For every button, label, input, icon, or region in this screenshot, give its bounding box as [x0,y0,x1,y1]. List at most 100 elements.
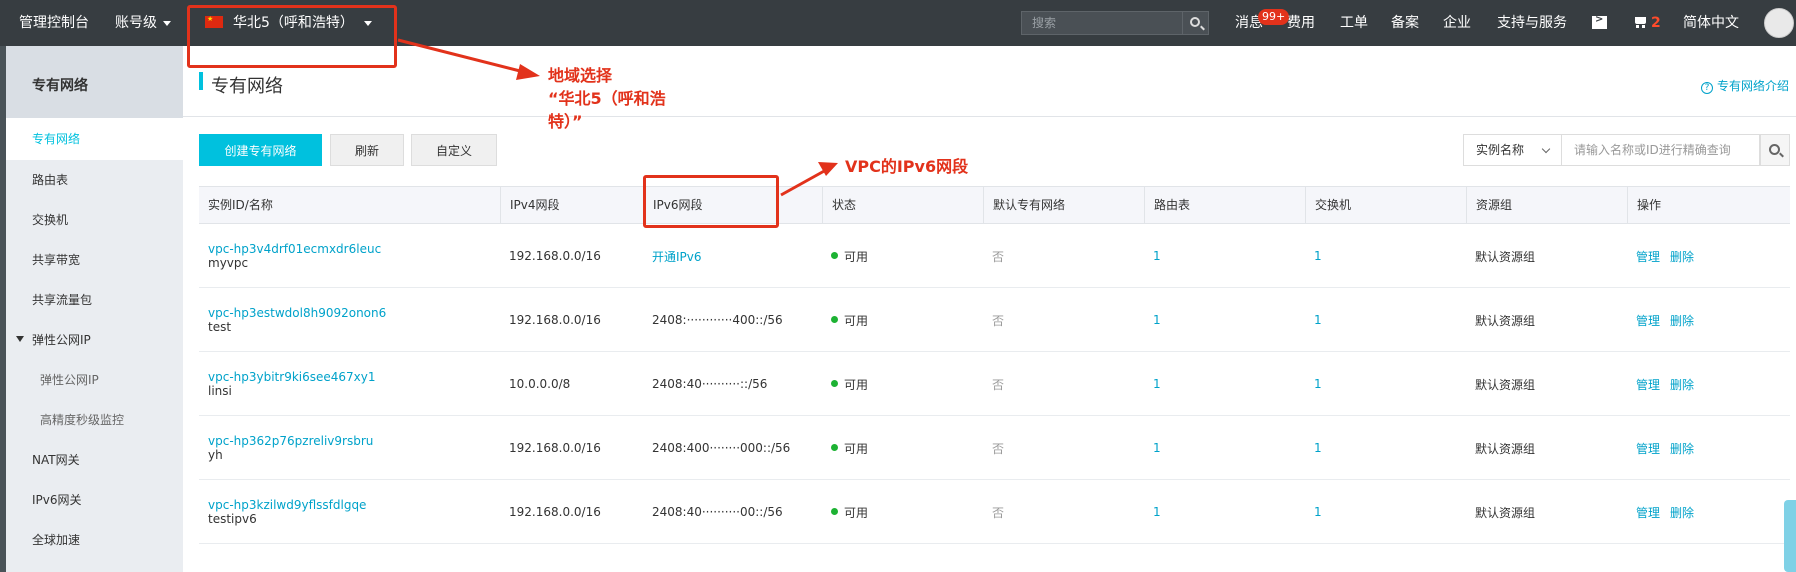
delete-link[interactable]: 删除 [1670,504,1694,521]
vpc-id-link[interactable]: vpc-hp3estwdol8h9092onon6 [208,306,386,320]
column-header-ipv4: IPv4网段 [500,187,643,224]
title-accent-bar [199,72,203,90]
cell-ipv4: 192.168.0.0/16 [509,313,601,327]
sidebar-item-vpc[interactable]: 专有网络 [6,118,183,160]
route-table-count-link[interactable]: 1 [1153,249,1161,263]
search-icon [1769,144,1780,155]
sidebar-item-eip[interactable]: 弹性公网IP [6,360,183,400]
manage-link[interactable]: 管理 [1636,312,1660,329]
search-button[interactable] [1182,12,1208,34]
column-header-resource-group: 资源组 [1466,187,1627,224]
sidebar-item-monitoring[interactable]: 高精度秒级监控 [6,400,183,440]
cell-ipv6: 2408:40··········::/56 [652,377,768,391]
vpc-id-link[interactable]: vpc-hp3v4drf01ecmxdr6leuc [208,242,381,256]
support-link[interactable]: 支持与服务 [1497,0,1567,46]
enable-ipv6-link[interactable]: 开通IPv6 [652,248,702,265]
sidebar-item-shared-bandwidth[interactable]: 共享带宽 [6,240,183,280]
cell-actions: 管理 删除 [1627,480,1704,544]
table-header: 实例ID/名称 IPv4网段 IPv6网段 状态 默认专有网络 路由表 交换机 … [199,186,1790,224]
messages-link[interactable]: 消息 [1235,0,1263,46]
language-selector[interactable]: 简体中文 [1683,0,1739,46]
vpc-id-link[interactable]: vpc-hp3kzilwd9yflssfdlgqe [208,498,366,512]
cell-status: 可用 [822,480,868,544]
status-text: 可用 [844,377,869,392]
cell-route-table: 1 [1144,480,1161,544]
cell-id: vpc-hp3estwdol8h9092onon6 test [199,288,386,352]
tickets-link[interactable]: 工单 [1340,0,1368,46]
cell-default: 否 [992,377,1005,392]
cell-default: 否 [992,249,1005,264]
status-dot-icon [831,315,838,323]
region-annotation-line1: 地域选择 [548,66,613,85]
delete-link[interactable]: 删除 [1670,312,1694,329]
cart-icon[interactable] [1633,15,1649,29]
vswitch-count-link[interactable]: 1 [1314,313,1322,327]
ipv6-arrow-head [818,162,838,176]
filter-search-button[interactable] [1760,134,1790,166]
floating-side-tab[interactable] [1784,500,1796,572]
sidebar-item-ipv6-gateway[interactable]: IPv6网关 [6,480,183,520]
cell-ipv4: 192.168.0.0/16 [509,249,601,263]
enterprise-link[interactable]: 企业 [1443,0,1471,46]
manage-link[interactable]: 管理 [1636,376,1660,393]
status-text: 可用 [844,313,869,328]
sidebar-item-vswitch[interactable]: 交换机 [6,200,183,240]
manage-link[interactable]: 管理 [1636,248,1660,265]
delete-link[interactable]: 删除 [1670,248,1694,265]
status-dot-icon [831,251,838,259]
console-home-link[interactable]: 管理控制台 [19,0,89,46]
ipv6-highlight-box [643,175,779,228]
cell-route-table: 1 [1144,416,1161,480]
filter-field-select[interactable]: 实例名称 [1463,134,1562,166]
avatar[interactable] [1764,8,1794,38]
route-table-count-link[interactable]: 1 [1153,377,1161,391]
sidebar-group-eip-label: 弹性公网IP [32,333,91,347]
sidebar-group-eip[interactable]: 弹性公网IP [6,320,183,360]
sidebar-item-global-acceleration[interactable]: 全球加速 [6,520,183,560]
manage-link[interactable]: 管理 [1636,440,1660,457]
vpc-id-link[interactable]: vpc-hp3ybitr9ki6see467xy1 [208,370,376,384]
cell-default: 否 [992,441,1005,456]
terminal-icon[interactable] [1592,14,1607,29]
cart-count[interactable]: 2 [1651,0,1661,46]
global-search-input[interactable] [1022,12,1182,34]
vswitch-count-link[interactable]: 1 [1314,441,1322,455]
route-table-count-link[interactable]: 1 [1153,441,1161,455]
delete-link[interactable]: 删除 [1670,376,1694,393]
sidebar-item-shared-traffic[interactable]: 共享流量包 [6,280,183,320]
vpc-name: yh [208,448,223,462]
status-dot-icon [831,379,838,387]
cell-status: 可用 [822,224,868,288]
divider [183,116,1796,117]
cell-route-table: 1 [1144,352,1161,416]
table-row: vpc-hp3kzilwd9yflssfdlgqe testipv6 192.1… [199,480,1790,544]
route-table-count-link[interactable]: 1 [1153,313,1161,327]
billing-link[interactable]: 费用 [1287,0,1315,46]
manage-link[interactable]: 管理 [1636,504,1660,521]
vpc-help-link[interactable]: ? 专有网络介绍 [1701,77,1789,94]
cell-vswitch: 1 [1305,416,1322,480]
filter-search-input[interactable] [1562,134,1760,166]
delete-link[interactable]: 删除 [1670,440,1694,457]
region-highlight-box [187,5,397,68]
vswitch-count-link[interactable]: 1 [1314,505,1322,519]
account-dropdown[interactable]: 账号级 [115,0,171,46]
cell-id: vpc-hp3ybitr9ki6see467xy1 linsi [199,352,376,416]
customize-button[interactable]: 自定义 [411,134,497,166]
refresh-button[interactable]: 刷新 [330,134,404,166]
vswitch-count-link[interactable]: 1 [1314,249,1322,263]
cell-vswitch: 1 [1305,288,1322,352]
cell-id: vpc-hp3v4drf01ecmxdr6leuc myvpc [199,224,381,288]
sidebar-item-route-table[interactable]: 路由表 [6,160,183,200]
cell-ipv4: 192.168.0.0/16 [509,505,601,519]
chevron-down-icon [163,20,171,26]
create-vpc-button[interactable]: 创建专有网络 [199,134,322,166]
sidebar-item-nat[interactable]: NAT网关 [6,440,183,480]
vpc-id-link[interactable]: vpc-hp362p76pzreliv9rsbru [208,434,373,448]
icp-link[interactable]: 备案 [1391,0,1419,46]
status-dot-icon [831,443,838,451]
status-text: 可用 [844,505,869,520]
vswitch-count-link[interactable]: 1 [1314,377,1322,391]
cell-id: vpc-hp362p76pzreliv9rsbru yh [199,416,373,480]
route-table-count-link[interactable]: 1 [1153,505,1161,519]
